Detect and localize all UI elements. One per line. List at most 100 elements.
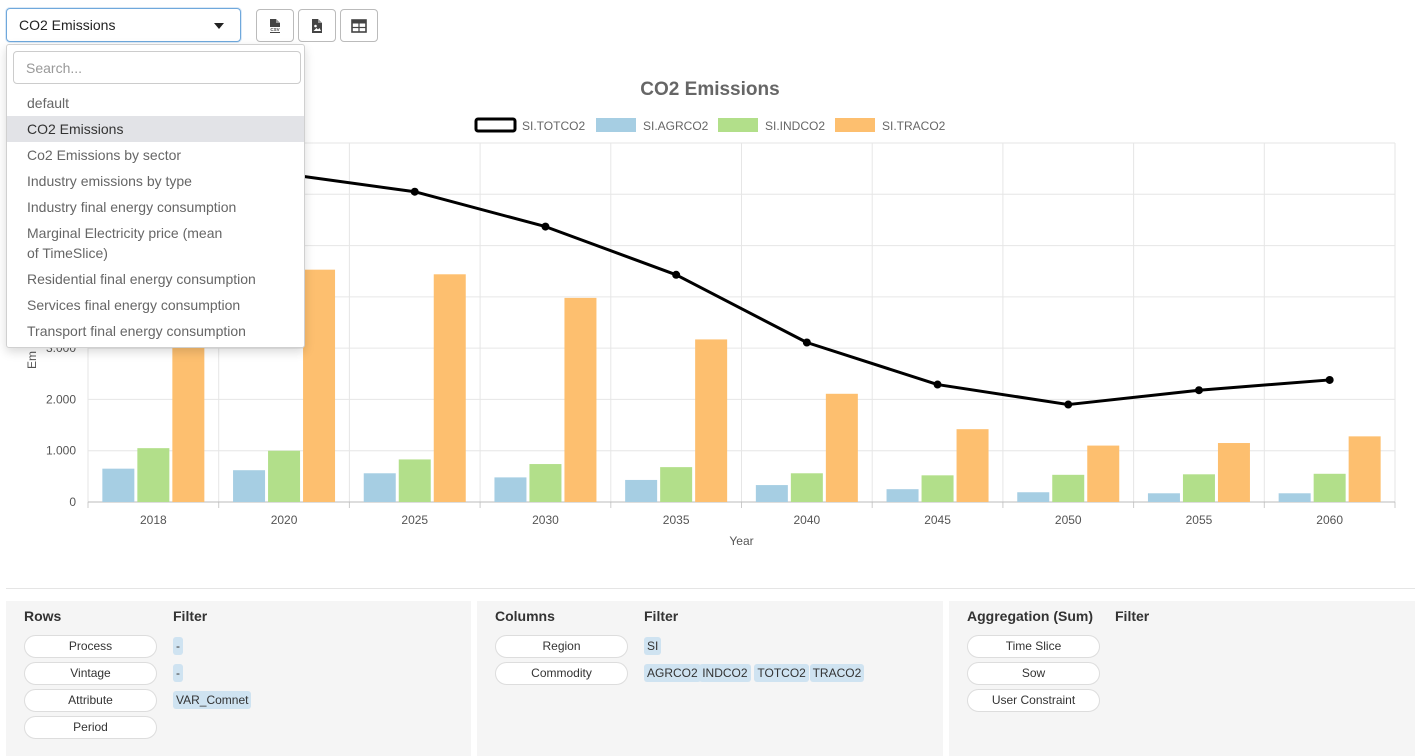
legend-label: SI.TRACO2	[882, 119, 946, 133]
columns-title: Columns	[495, 608, 555, 624]
filter-tag[interactable]: TOTCO2	[754, 664, 809, 682]
bar-si-agrco2	[233, 470, 266, 502]
line-point	[1325, 375, 1334, 384]
x-tick-label: 2040	[793, 513, 820, 527]
x-tick-label: 2060	[1316, 513, 1343, 527]
legend-swatch	[718, 118, 758, 132]
y-tick-label: 2.000	[46, 392, 76, 406]
filter-tag[interactable]: -	[173, 664, 183, 682]
legend-label: SI.TOTCO2	[522, 119, 585, 133]
filter-tag[interactable]: -	[173, 637, 183, 655]
legend-label: SI.AGRCO2	[643, 119, 709, 133]
bar-si-indco2	[790, 473, 823, 502]
bar-si-indco2	[1052, 474, 1085, 502]
dropdown-option[interactable]: default	[7, 90, 304, 116]
line-point	[410, 187, 419, 196]
bar-si-traco2	[825, 393, 858, 502]
x-tick-label: 2045	[924, 513, 951, 527]
dropdown-option[interactable]: Services final energy consumption	[7, 292, 304, 318]
x-tick-label: 2055	[1186, 513, 1213, 527]
x-tick-label: 2050	[1055, 513, 1082, 527]
filter-tag[interactable]: SI	[644, 637, 662, 655]
export-image-button[interactable]	[298, 9, 336, 42]
field-pill[interactable]: Time Slice	[967, 635, 1100, 658]
y-axis-label: Em	[25, 351, 39, 369]
x-tick-label: 2035	[663, 513, 690, 527]
legend-swatch	[474, 117, 517, 133]
export-csv-button[interactable]: CSV	[256, 9, 294, 42]
bar-si-traco2	[1348, 436, 1381, 502]
legend-swatch	[596, 118, 636, 132]
filter-tag[interactable]: INDCO2	[699, 664, 751, 682]
line-point	[802, 338, 811, 347]
field-pill[interactable]: User Constraint	[967, 689, 1100, 712]
bar-si-agrco2	[1017, 492, 1050, 502]
rows-filter-title: Filter	[173, 608, 208, 624]
y-tick-label: 0	[69, 495, 76, 509]
chart-title: CO2 Emissions	[640, 79, 779, 100]
bar-si-agrco2	[102, 468, 135, 502]
legend-swatch	[835, 118, 875, 132]
bar-si-traco2	[303, 269, 336, 502]
chevron-down-icon	[214, 23, 224, 29]
dropdown-search-input[interactable]	[13, 51, 301, 84]
bar-si-agrco2	[494, 477, 527, 502]
dropdown-option[interactable]: Residential final energy consumption	[7, 266, 304, 292]
bar-si-traco2	[956, 429, 989, 502]
bar-si-traco2	[564, 297, 597, 502]
bar-si-indco2	[921, 475, 954, 502]
bar-si-indco2	[660, 467, 693, 502]
x-tick-label: 2018	[140, 513, 167, 527]
field-pill[interactable]: Sow	[967, 662, 1100, 685]
legend-label: SI.INDCO2	[765, 119, 825, 133]
bar-si-traco2	[695, 339, 728, 502]
filter-tag[interactable]: VAR_Comnet	[173, 691, 252, 709]
bar-si-agrco2	[1147, 493, 1180, 502]
dropdown-option[interactable]: Industry final energy consumption	[7, 194, 304, 220]
line-point	[933, 380, 942, 389]
field-pill[interactable]: Attribute	[24, 689, 157, 712]
y-tick-label: 1.000	[46, 444, 76, 458]
view-dropdown-menu: defaultCO2 EmissionsCo2 Emissions by sec…	[6, 44, 305, 348]
dropdown-option[interactable]: Marginal Electricity price (mean of Time…	[7, 220, 247, 266]
aggregation-title: Aggregation (Sum)	[967, 608, 1093, 624]
filter-tag[interactable]: TRACO2	[809, 664, 865, 682]
bar-si-agrco2	[755, 485, 788, 502]
x-axis-label: Year	[729, 534, 753, 548]
field-pill[interactable]: Vintage	[24, 662, 157, 685]
bar-si-indco2	[529, 464, 562, 502]
line-point	[672, 270, 681, 279]
bar-si-agrco2	[886, 489, 919, 502]
bar-si-agrco2	[363, 473, 396, 502]
bar-si-indco2	[398, 459, 431, 502]
dropdown-option[interactable]: Industry emissions by type	[7, 168, 304, 194]
bar-si-indco2	[1313, 473, 1346, 502]
line-point	[541, 222, 550, 231]
aggregation-filter-title: Filter	[1115, 608, 1150, 624]
view-select[interactable]: CO2 Emissions	[6, 8, 241, 42]
dropdown-option[interactable]: Transport final energy consumption	[7, 318, 304, 344]
view-select-value: CO2 Emissions	[19, 17, 116, 33]
x-tick-label: 2030	[532, 513, 559, 527]
table-view-button[interactable]	[340, 9, 378, 42]
field-pill[interactable]: Process	[24, 635, 157, 658]
table-icon	[351, 18, 367, 33]
rows-title: Rows	[24, 608, 62, 624]
dropdown-option[interactable]: Co2 Emissions by sector	[7, 142, 304, 168]
line-point	[1064, 400, 1073, 409]
image-file-icon	[312, 18, 322, 33]
field-pill[interactable]: Commodity	[495, 662, 628, 685]
bar-si-traco2	[433, 274, 466, 502]
bar-si-traco2	[1087, 445, 1120, 502]
filter-tag[interactable]: AGRCO2	[644, 664, 701, 682]
bar-si-indco2	[268, 450, 301, 502]
columns-filter-title: Filter	[644, 608, 679, 624]
dropdown-option[interactable]: CO2 Emissions	[7, 116, 304, 142]
aggregation-panel: Aggregation (Sum) Filter Time Slice Sow Us…	[949, 601, 1415, 756]
field-pill[interactable]: Period	[24, 716, 157, 739]
x-tick-label: 2020	[271, 513, 298, 527]
bar-si-agrco2	[1278, 493, 1311, 502]
field-pill[interactable]: Region	[495, 635, 628, 658]
rows-panel: Rows Filter Process - Vintage - Attribute VAR…	[6, 601, 471, 756]
x-tick-label: 2025	[401, 513, 428, 527]
